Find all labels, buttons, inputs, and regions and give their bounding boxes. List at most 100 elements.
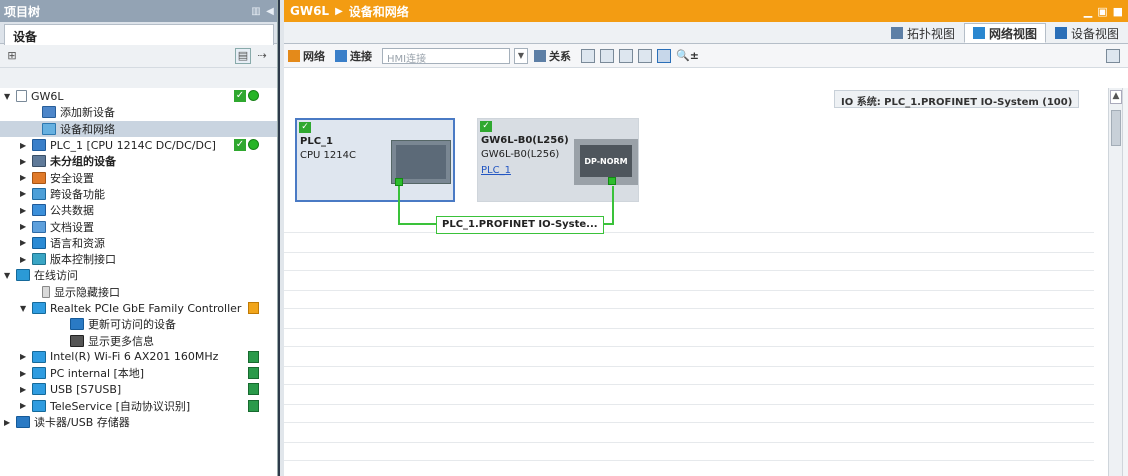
profinet-network-label[interactable]: PLC_1.PROFINET IO-Syste... [436, 216, 604, 234]
tree-item-teleservice[interactable]: ▶ TeleService [自动协议识别] [0, 398, 277, 414]
network-icon [42, 122, 56, 135]
profinet-line[interactable] [398, 223, 438, 225]
expand-arrow-icon[interactable]: ▶ [20, 189, 30, 198]
tree-item-devices-networks[interactable]: 设备和网络 [0, 120, 277, 137]
project-tree-toolbar: ⊞ ▤ ⇢ [0, 44, 277, 68]
expand-arrow-icon[interactable]: ▼ [20, 304, 30, 313]
maximize-icon[interactable]: ■ [1113, 5, 1123, 18]
grid-line [284, 328, 1094, 329]
panel-toggle-icon[interactable] [657, 48, 671, 63]
tab-network-view[interactable]: 网络视图 [963, 23, 1046, 43]
io-controller-link[interactable]: PLC_1 [481, 165, 511, 176]
view-tabs: 拓扑视图 网络视图 设备视图 [284, 22, 1128, 44]
expand-arrow-icon[interactable]: ▶ [20, 141, 30, 150]
export-view-icon[interactable] [1106, 48, 1120, 63]
tab-devices[interactable]: 设备 [4, 24, 274, 45]
tree-item-languages[interactable]: ▶ 语言和资源 [0, 235, 277, 251]
tree-item-doc-settings[interactable]: ▶ 文档设置 [0, 218, 277, 234]
overview-icon[interactable]: ▤ [235, 47, 251, 64]
expand-arrow-icon[interactable]: ▶ [20, 369, 30, 378]
tree-item-version-control[interactable]: ▶ 版本控制接口 [0, 251, 277, 267]
tree-item-security[interactable]: ▶ 安全设置 [0, 169, 277, 185]
tree-item-plc1[interactable]: ▶ PLC_1 [CPU 1214C DC/DC/DC] ✓ [0, 137, 277, 153]
check-icon: ✓ [480, 121, 492, 132]
tree-item-ungrouped[interactable]: ▶ 未分组的设备 [0, 153, 277, 169]
tree-item-card-reader[interactable]: ▶ 读卡器/USB 存储器 [0, 414, 277, 430]
relations-button[interactable]: 关系 [534, 48, 571, 64]
zoom-button[interactable]: 🔍± [676, 49, 699, 62]
tree-item-cross-device[interactable]: ▶ 跨设备功能 [0, 186, 277, 202]
network-adapter-icon [32, 383, 46, 396]
device-type: GW6L-B0(L256) [481, 149, 560, 160]
minimize-icon[interactable]: ▁ [1084, 5, 1092, 18]
export-icon[interactable]: ⇢ [254, 48, 270, 64]
connections-button[interactable]: 连接 [335, 48, 372, 64]
network-button[interactable]: 网络 [288, 48, 325, 64]
tree-item-more-info[interactable]: 显示更多信息 [0, 332, 277, 348]
show-interfaces-icon[interactable] [600, 48, 614, 63]
scroll-up-icon[interactable]: ▲ [1110, 90, 1122, 104]
adapter-status-icon [248, 383, 259, 396]
device-plc1[interactable]: ✓ PLC_1 CPU 1214C [295, 118, 455, 202]
tree-item-label: 文档设置 [50, 220, 94, 234]
device-gw6l[interactable]: ✓ GW6L-B0(L256) GW6L-B0(L256) PLC_1 DP-N… [477, 118, 639, 202]
grid-icon[interactable] [638, 48, 652, 63]
split-view-icon[interactable]: ▥ [249, 6, 263, 17]
profinet-port-icon[interactable] [608, 177, 616, 185]
tab-device-view[interactable]: 设备视图 [1046, 23, 1128, 43]
scroll-thumb[interactable] [1111, 110, 1121, 146]
expand-arrow-icon[interactable]: ▶ [20, 352, 30, 361]
tree-item-label: Realtek PCIe GbE Family Controller [50, 301, 242, 315]
page-break-icon[interactable] [619, 48, 633, 63]
tree-item-online-access[interactable]: ▼ 在线访问 [0, 267, 277, 283]
check-icon: ✓ [234, 90, 246, 102]
tab-topology-view[interactable]: 拓扑视图 [882, 23, 964, 43]
tree-item-show-hidden[interactable]: 显示隐藏接口 [0, 284, 277, 300]
network-canvas[interactable]: ✓ PLC_1 CPU 1214C ✓ GW6L-B0(L256) GW6L-B… [284, 92, 1110, 476]
tree-item-common-data[interactable]: ▶ 公共数据 [0, 202, 277, 218]
profinet-port-icon[interactable] [395, 178, 403, 186]
project-icon [16, 90, 27, 103]
tree-item-pc-internal[interactable]: ▶ PC internal [本地] [0, 365, 277, 381]
expand-arrow-icon[interactable]: ▶ [20, 385, 30, 394]
tree-item-project[interactable]: ▼ GW6L ✓ [0, 88, 277, 104]
io-system-indicator: IO 系统: PLC_1.PROFINET IO-System (100) [834, 90, 1080, 108]
address-overview-icon[interactable] [581, 48, 595, 63]
relations-icon [534, 49, 546, 62]
expand-arrow-icon[interactable]: ▶ [20, 222, 30, 231]
adapter-status-icon [248, 301, 259, 314]
tree-item-intel-wifi[interactable]: ▶ Intel(R) Wi-Fi 6 AX201 160MHz [0, 349, 277, 365]
vertical-scrollbar[interactable]: ▲ [1108, 88, 1122, 476]
restore-icon[interactable]: ▣ [1097, 5, 1107, 18]
expand-arrow-icon[interactable]: ▶ [20, 206, 30, 215]
collapsed-side-panel[interactable] [1122, 88, 1128, 476]
tree-item-label: 设备和网络 [60, 122, 115, 136]
tree-item-usb[interactable]: ▶ USB [S7USB] [0, 381, 277, 397]
network-mode-icon [288, 49, 300, 62]
expand-arrow-icon[interactable]: ▼ [4, 92, 14, 101]
project-tree-header: 项目树 ▥ ◀ [0, 0, 277, 22]
expand-arrow-icon[interactable]: ▶ [20, 173, 30, 182]
tree-item-label: TeleService [自动协议识别] [50, 399, 191, 413]
grid-line [284, 442, 1094, 443]
expand-arrow-icon[interactable]: ▶ [20, 157, 30, 166]
tree-options-icon[interactable]: ⊞ [4, 48, 20, 64]
expand-arrow-icon[interactable]: ▼ [4, 271, 14, 280]
expand-arrow-icon[interactable]: ▶ [20, 255, 30, 264]
breadcrumb-project[interactable]: GW6L [290, 4, 329, 18]
connection-type-select[interactable]: HMI连接 [382, 47, 510, 65]
collapse-panel-icon[interactable]: ◀ [263, 6, 277, 17]
chevron-down-icon[interactable]: ▼ [514, 47, 528, 64]
expand-arrow-icon[interactable]: ▶ [20, 401, 30, 410]
profinet-line[interactable] [612, 186, 614, 224]
network-editor: GW6L ▶ 设备和网络 ▁ ▣ ■ 拓扑视图 网络视图 设备视图 网络 连接 … [284, 0, 1128, 476]
profinet-line[interactable] [398, 186, 400, 224]
expand-arrow-icon[interactable]: ▶ [20, 238, 30, 247]
tree-item-add-device[interactable]: 添加新设备 [0, 104, 277, 120]
expand-arrow-icon[interactable]: ▶ [4, 418, 14, 427]
check-icon: ✓ [299, 122, 311, 133]
tree-item-realtek[interactable]: ▼ Realtek PCIe GbE Family Controller [0, 300, 277, 316]
tree-item-update-devices[interactable]: 更新可访问的设备 [0, 316, 277, 332]
tree-item-label: 添加新设备 [60, 106, 115, 120]
grid-line [284, 308, 1094, 309]
